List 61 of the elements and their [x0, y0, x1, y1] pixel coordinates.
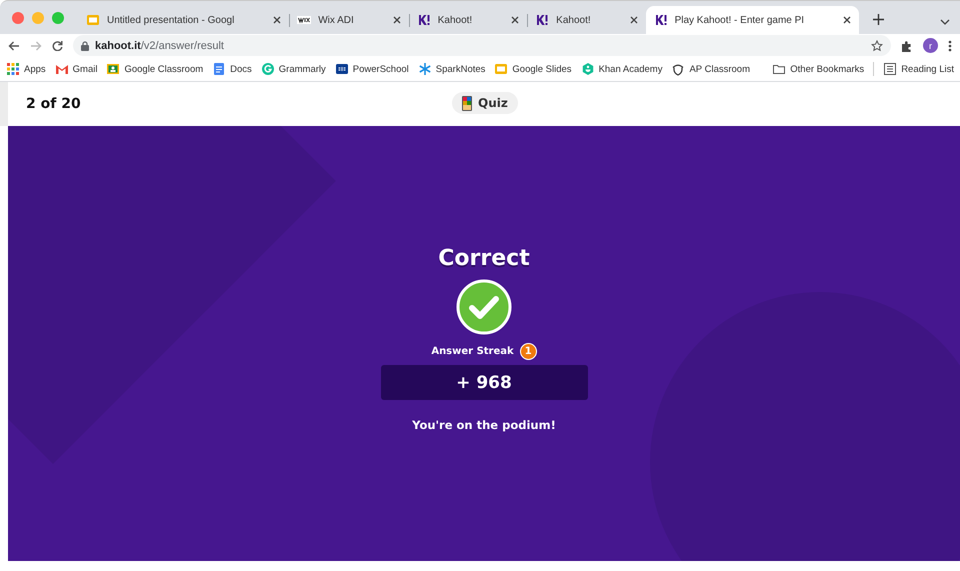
document-icon — [212, 62, 226, 76]
back-icon[interactable] — [8, 40, 20, 50]
kahoot-logo-icon — [535, 13, 550, 27]
classroom-icon — [106, 62, 120, 76]
browser-tab[interactable]: Kahoot! — [527, 6, 646, 34]
bookmark-link[interactable]: SparkNotes — [418, 62, 486, 76]
streak-count-badge: 1 — [520, 343, 537, 360]
bookmark-link[interactable]: Grammarly — [260, 62, 326, 76]
points-earned: + 968 — [380, 365, 588, 400]
result-heading: Correct — [438, 246, 530, 271]
quiz-grid-icon — [462, 96, 472, 110]
quiz-mode-badge: Quiz — [452, 92, 518, 114]
close-tab-icon[interactable] — [843, 16, 852, 24]
slides-icon — [86, 13, 100, 27]
wix-logo-icon — [297, 13, 312, 27]
folder-icon — [772, 62, 786, 76]
tab-title: Kahoot! — [438, 14, 474, 26]
bookmark-link[interactable]: Docs — [212, 62, 252, 76]
bookmark-link[interactable]: Other Bookmarks — [772, 62, 864, 76]
powerschool-icon — [334, 62, 349, 76]
bookmark-link[interactable]: PowerSchool — [334, 62, 409, 76]
new-tab-icon[interactable] — [873, 14, 884, 25]
kahoot-logo-icon — [416, 13, 431, 27]
tab-title: Untitled presentation - Googl — [107, 14, 236, 26]
caret-icon[interactable] — [940, 19, 950, 25]
puzzle-piece-icon[interactable] — [901, 40, 913, 52]
reload-icon[interactable] — [52, 40, 63, 51]
bookmark-link[interactable]: Gmail — [54, 62, 98, 76]
browser-tab[interactable]: Wix ADI — [289, 6, 409, 34]
tab-title: Wix ADI — [318, 14, 355, 26]
close-tab-icon[interactable] — [392, 16, 401, 24]
tab-title: Play Kahoot! - Enter game PI — [674, 14, 806, 26]
snowflake-icon — [418, 62, 432, 76]
close-tab-icon[interactable] — [273, 16, 282, 24]
bookmark-link[interactable]: Google Classroom — [106, 62, 204, 76]
profile-avatar[interactable]: r — [923, 38, 938, 53]
bookmark-link[interactable]: Khan Academy — [580, 62, 662, 76]
browser-tab[interactable]: Play Kahoot! - Enter game PI — [646, 6, 860, 34]
menu-icon[interactable] — [948, 40, 952, 52]
streak-label: Answer Streak — [431, 346, 514, 357]
apps-grid-icon — [6, 62, 20, 76]
bookmark-link[interactable]: AP Classroom — [671, 62, 750, 76]
address-bar[interactable]: kahoot.it/v2/answer/result — [73, 35, 891, 56]
reading-list-icon — [883, 62, 898, 76]
slides-icon — [494, 62, 508, 76]
rank-message: You're on the podium! — [412, 418, 556, 432]
bookmark-link[interactable]: Reading List — [883, 62, 954, 76]
bookmark-link[interactable]: Google Slides — [494, 62, 572, 76]
kahoot-logo-icon — [654, 13, 668, 27]
close-tab-icon[interactable] — [511, 16, 520, 24]
close-tab-icon[interactable] — [630, 16, 638, 24]
browser-tab[interactable]: Untitled presentation - Googl — [78, 6, 290, 34]
bookmark-link[interactable]: Apps — [6, 62, 46, 76]
mail-icon — [54, 62, 69, 76]
browser-tab[interactable]: Kahoot! — [408, 6, 528, 34]
khan-academy-icon — [580, 62, 595, 76]
lock-icon — [81, 40, 89, 50]
star-icon[interactable] — [871, 40, 883, 52]
question-counter: 2 of 20 — [26, 96, 81, 112]
grammarly-icon — [260, 62, 275, 76]
tab-title: Kahoot! — [556, 14, 592, 26]
